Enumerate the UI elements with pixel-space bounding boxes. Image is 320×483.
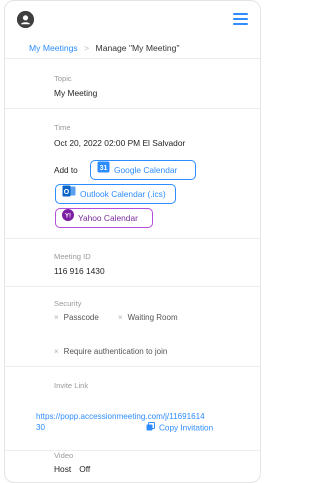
user-circle-icon[interactable] — [17, 11, 34, 28]
security-section: Security × Passcode × Waiting Room × Requir… — [5, 287, 260, 367]
x-icon: × — [54, 347, 59, 356]
meeting-id-label: Meeting ID — [54, 252, 91, 261]
video-host-label: Host — [54, 464, 72, 474]
video-host-row: Host Off — [54, 464, 90, 474]
google-calendar-button[interactable]: 31 Google Calendar — [90, 160, 196, 180]
invite-link-label: Invite Link — [54, 381, 89, 390]
google-calendar-icon: 31 — [97, 161, 110, 179]
topic-value: My Meeting — [54, 88, 98, 98]
svg-text:Y!: Y! — [65, 213, 71, 219]
outlook-calendar-button[interactable]: O Outlook Calendar (.ics) — [55, 184, 176, 204]
security-option-require-auth: × Require authentication to join — [54, 347, 168, 356]
svg-text:O: O — [64, 189, 70, 196]
security-option-waiting-room: × Waiting Room — [118, 313, 178, 322]
time-value: Oct 20, 2022 02:00 PM El Salvador — [54, 138, 186, 148]
copy-icon — [146, 422, 155, 433]
yahoo-calendar-icon: Y! — [62, 208, 74, 227]
add-to-label: Add to — [54, 166, 78, 175]
x-icon: × — [54, 313, 59, 322]
meeting-detail-page: My Meetings > Manage "My Meeting" Topic … — [4, 0, 261, 483]
google-calendar-label: Google Calendar — [114, 165, 178, 175]
security-label: Security — [54, 299, 82, 308]
copy-invitation-button[interactable]: Copy Invitation — [146, 422, 214, 434]
video-section: Video Host Off — [5, 451, 260, 482]
yahoo-calendar-label: Yahoo Calendar — [78, 213, 138, 223]
outlook-calendar-icon: O — [62, 185, 76, 203]
yahoo-calendar-button[interactable]: Y! Yahoo Calendar — [55, 208, 153, 228]
hamburger-menu-icon[interactable] — [233, 13, 248, 25]
meeting-id-section: Meeting ID 116 916 1430 — [5, 239, 260, 287]
breadcrumb-my-meetings-link[interactable]: My Meetings — [29, 43, 78, 53]
topic-label: Topic — [54, 74, 72, 83]
x-icon: × — [118, 313, 123, 322]
video-label: Video — [54, 451, 74, 460]
security-option-passcode: × Passcode — [54, 313, 99, 322]
invite-section: Invite Link — [5, 367, 260, 451]
topic-section: Topic My Meeting — [5, 60, 260, 109]
meeting-id-value: 116 916 1430 — [54, 266, 105, 276]
breadcrumb: My Meetings > Manage "My Meeting" — [5, 37, 260, 59]
breadcrumb-separator: > — [84, 43, 90, 53]
breadcrumb-current: Manage "My Meeting" — [95, 43, 180, 53]
svg-text:31: 31 — [100, 165, 108, 172]
time-label: Time — [54, 123, 71, 132]
outlook-calendar-label: Outlook Calendar (.ics) — [80, 189, 166, 199]
video-host-value: Off — [79, 464, 91, 474]
top-bar — [5, 1, 260, 37]
copy-invitation-label: Copy Invitation — [159, 423, 214, 433]
